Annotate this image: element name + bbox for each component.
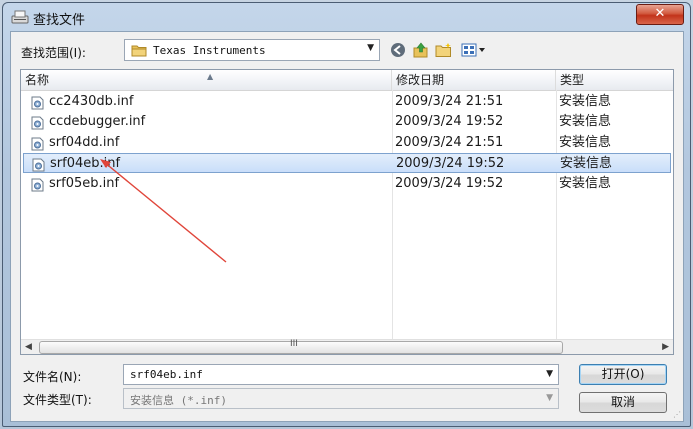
new-folder-icon[interactable] bbox=[435, 42, 453, 60]
views-menu-icon[interactable] bbox=[460, 42, 490, 60]
file-type: 安装信息 bbox=[559, 134, 612, 150]
filename-combobox[interactable]: srf04eb.inf ▼ bbox=[123, 364, 559, 385]
column-header-type[interactable]: 类型 bbox=[556, 70, 673, 90]
cancel-button[interactable]: 取消 bbox=[579, 392, 667, 413]
horizontal-scrollbar[interactable]: ◀ III ▶ bbox=[21, 339, 673, 354]
file-type: 安装信息 bbox=[559, 175, 612, 191]
column-header-name[interactable]: 名称 ▲ bbox=[21, 70, 392, 90]
find-file-dialog: 查找文件 ✕ 查找范围(I): Texas Instruments ▼ 名称 ▲… bbox=[2, 2, 691, 427]
file-type: 安装信息 bbox=[559, 94, 612, 109]
open-button[interactable]: 打开(O) bbox=[579, 364, 667, 385]
up-folder-icon[interactable] bbox=[412, 42, 430, 60]
file-date: 2009/3/24 21:51 bbox=[395, 134, 504, 150]
file-name: srf05eb.inf bbox=[49, 175, 120, 191]
file-date: 2009/3/24 19:52 bbox=[395, 175, 504, 191]
sort-ascending-icon: ▲ bbox=[207, 72, 214, 81]
close-button[interactable]: ✕ bbox=[636, 4, 684, 25]
filetype-value: 安装信息 (*.inf) bbox=[130, 394, 227, 407]
file-name: srf04eb.inf bbox=[50, 156, 121, 172]
chevron-down-icon[interactable]: ▼ bbox=[367, 43, 374, 53]
title-bar[interactable]: 查找文件 ✕ bbox=[3, 3, 690, 31]
file-type: 安装信息 bbox=[559, 114, 612, 130]
file-row[interactable]: ccdebugger.inf 2009/3/24 19:52 安装信息 bbox=[23, 112, 671, 132]
scroll-left-icon[interactable]: ◀ bbox=[25, 340, 32, 354]
file-name: ccdebugger.inf bbox=[49, 114, 146, 130]
inf-file-icon bbox=[31, 95, 44, 110]
column-name-label: 名称 bbox=[25, 73, 50, 87]
filetype-combobox[interactable]: 安装信息 (*.inf) ▼ bbox=[123, 388, 559, 409]
scroll-grip: III bbox=[290, 339, 298, 349]
column-header-date[interactable]: 修改日期 bbox=[392, 70, 556, 90]
file-row[interactable]: srf04dd.inf 2009/3/24 21:51 安装信息 bbox=[23, 133, 671, 153]
scanner-icon bbox=[11, 10, 29, 24]
column-type-label: 类型 bbox=[560, 73, 585, 87]
filename-label: 文件名(N): bbox=[23, 370, 82, 384]
file-name: srf04dd.inf bbox=[49, 134, 120, 150]
scrollbar-thumb[interactable]: III bbox=[39, 339, 563, 354]
chevron-down-icon[interactable]: ▼ bbox=[546, 369, 553, 379]
inf-file-icon bbox=[31, 177, 44, 192]
file-row[interactable]: srf05eb.inf 2009/3/24 19:52 安装信息 bbox=[23, 174, 671, 194]
desktop-background: 查找文件 ✕ 查找范围(I): Texas Instruments ▼ 名称 ▲… bbox=[0, 0, 693, 429]
filename-value: srf04eb.inf bbox=[130, 368, 203, 381]
file-list[interactable]: 名称 ▲ 修改日期 类型 cc2430db.inf 2009/3/24 21:51… bbox=[20, 69, 674, 355]
chevron-down-icon[interactable]: ▼ bbox=[546, 393, 553, 403]
resize-grip-icon[interactable]: ⋰ bbox=[673, 410, 681, 419]
inf-file-icon bbox=[31, 136, 44, 151]
folder-icon bbox=[131, 45, 147, 57]
inf-file-icon bbox=[32, 157, 45, 172]
filetype-label: 文件类型(T): bbox=[23, 393, 92, 407]
column-date-label: 修改日期 bbox=[396, 73, 445, 87]
list-header: 名称 ▲ 修改日期 类型 bbox=[21, 70, 673, 91]
file-date: 2009/3/24 19:52 bbox=[396, 156, 505, 172]
file-date: 2009/3/24 21:51 bbox=[395, 94, 504, 109]
file-type: 安装信息 bbox=[560, 156, 613, 172]
file-name: cc2430db.inf bbox=[49, 94, 134, 109]
scroll-right-icon[interactable]: ▶ bbox=[662, 340, 669, 354]
file-date: 2009/3/24 19:52 bbox=[395, 114, 504, 130]
dialog-title: 查找文件 bbox=[33, 13, 86, 28]
inf-file-icon bbox=[31, 115, 44, 130]
dialog-content: 查找范围(I): Texas Instruments ▼ 名称 ▲ 修改日期 类… bbox=[10, 31, 684, 422]
look-in-label: 查找范围(I): bbox=[21, 46, 86, 60]
back-icon[interactable] bbox=[389, 42, 407, 60]
file-row[interactable]: srf04eb.inf 2009/3/24 19:52 安装信息 bbox=[23, 153, 671, 174]
look-in-value: Texas Instruments bbox=[153, 44, 266, 57]
file-row[interactable]: cc2430db.inf 2009/3/24 21:51 安装信息 bbox=[23, 92, 671, 112]
look-in-combobox[interactable]: Texas Instruments ▼ bbox=[124, 39, 380, 61]
